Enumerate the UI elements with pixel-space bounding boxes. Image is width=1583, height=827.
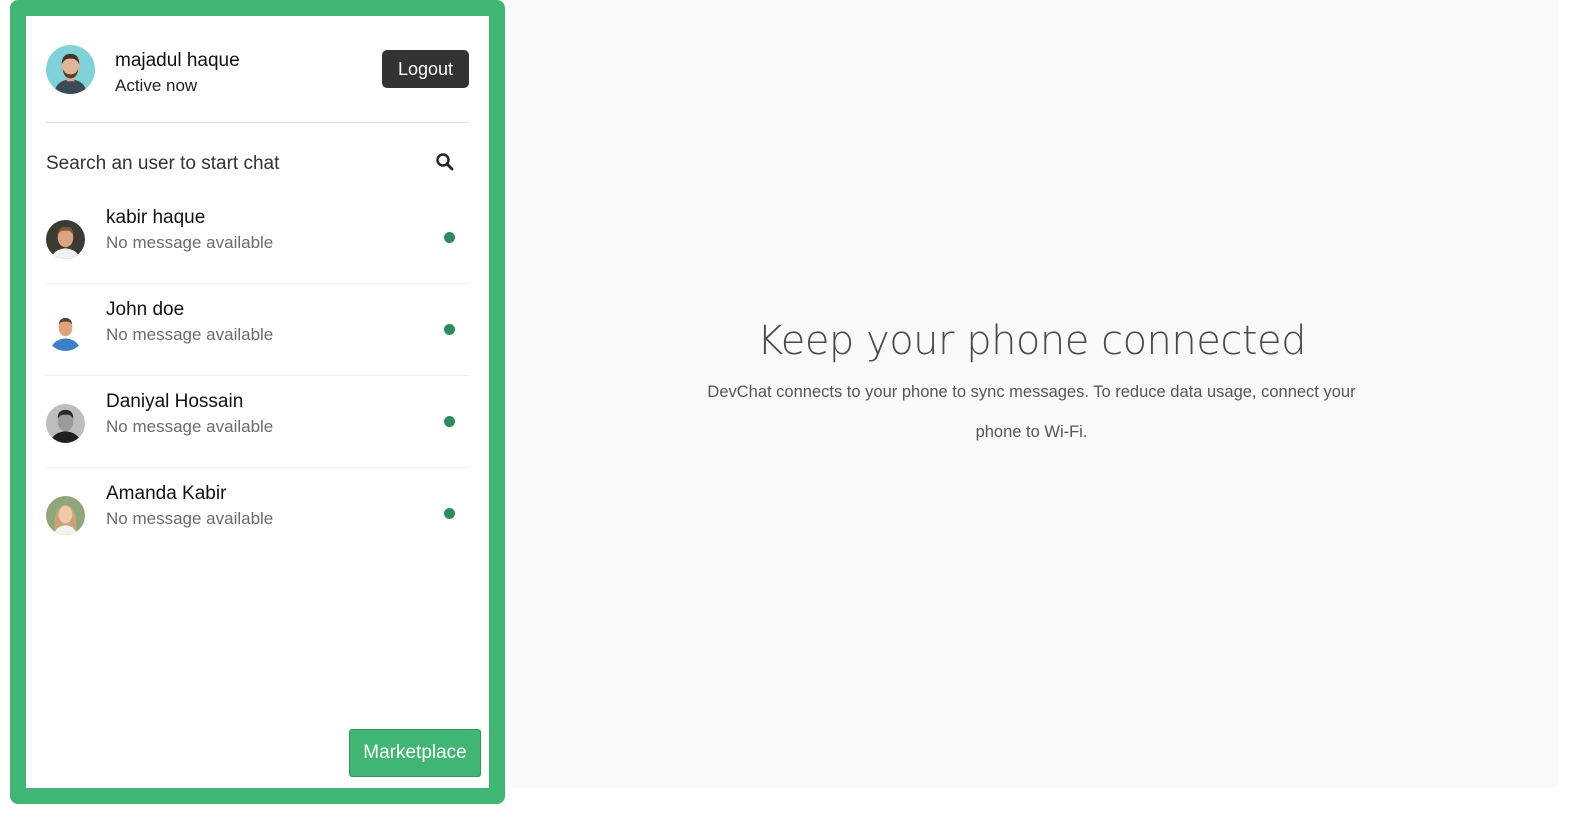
avatar <box>46 312 85 351</box>
divider <box>46 122 469 123</box>
search-input[interactable]: Search an user to start chat <box>46 153 279 175</box>
user-list-item[interactable]: John doe No message available <box>46 284 469 376</box>
search-bar[interactable]: Search an user to start chat <box>46 150 469 182</box>
online-status-dot <box>444 416 455 427</box>
page-description: DevChat connects to your phone to sync m… <box>707 383 1356 441</box>
online-status-dot <box>444 508 455 519</box>
logout-button[interactable]: Logout <box>382 50 469 88</box>
user-last-message: No message available <box>106 417 274 436</box>
user-last-message: No message available <box>106 325 274 344</box>
user-list: kabir haque No message available John do… <box>46 192 469 560</box>
user-name: kabir haque <box>106 207 206 228</box>
user-list-item[interactable]: kabir haque No message available <box>46 192 469 284</box>
avatar <box>46 496 85 535</box>
profile-status: Active now <box>115 76 198 95</box>
main-panel: Keep your phone connected DevChat connec… <box>510 0 1558 788</box>
profile-header: majadul haque Active now Logout <box>46 45 469 95</box>
avatar <box>46 220 85 259</box>
avatar[interactable] <box>46 45 95 94</box>
avatar <box>46 404 85 443</box>
user-list-item[interactable]: Daniyal Hossain No message available <box>46 376 469 468</box>
user-name: Daniyal Hossain <box>106 391 244 412</box>
user-last-message: No message available <box>106 233 274 252</box>
sidebar: majadul haque Active now Logout Search a… <box>26 16 489 788</box>
user-list-item[interactable]: Amanda Kabir No message available <box>46 468 469 560</box>
online-status-dot <box>444 232 455 243</box>
user-name: Amanda Kabir <box>106 483 227 504</box>
search-icon[interactable] <box>435 152 455 172</box>
page-title: Keep your phone connected <box>756 318 1307 364</box>
sidebar-frame: majadul haque Active now Logout Search a… <box>10 0 505 804</box>
user-last-message: No message available <box>106 509 274 528</box>
user-name: John doe <box>106 299 185 320</box>
online-status-dot <box>444 324 455 335</box>
marketplace-button[interactable]: Marketplace <box>349 729 481 777</box>
profile-name: majadul haque <box>115 50 240 71</box>
